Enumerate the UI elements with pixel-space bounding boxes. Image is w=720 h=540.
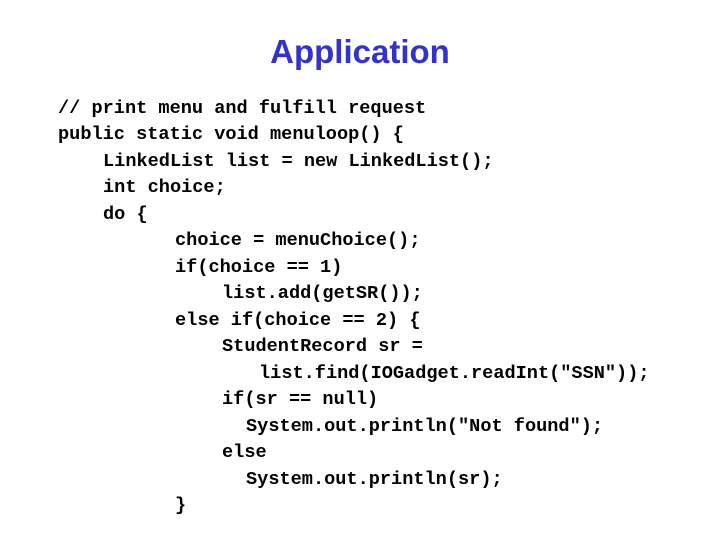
code-line: LinkedList list = new LinkedList();	[103, 151, 494, 172]
code-line: else if(choice == 2) {	[175, 310, 421, 331]
code-line: list.find(IOGadget.readInt("SSN"));	[259, 363, 650, 384]
code-line: System.out.println(sr);	[246, 469, 503, 490]
code-line: choice = menuChoice();	[175, 230, 421, 251]
code-line: do {	[103, 204, 148, 225]
code-line: list.add(getSR());	[222, 283, 423, 304]
code-line: public static void menuloop() {	[58, 124, 404, 145]
code-line: System.out.println("Not found");	[246, 416, 604, 437]
slide-title: Application	[270, 33, 450, 70]
code-line: else	[222, 442, 267, 463]
code-line: // print menu and fulfill request	[58, 98, 427, 119]
code-line: StudentRecord sr =	[222, 336, 423, 357]
code-line: if(choice == 1)	[175, 257, 343, 278]
code-line: int choice;	[103, 177, 226, 198]
code-line: }	[175, 495, 187, 516]
code-line: if(sr == null)	[222, 389, 379, 410]
